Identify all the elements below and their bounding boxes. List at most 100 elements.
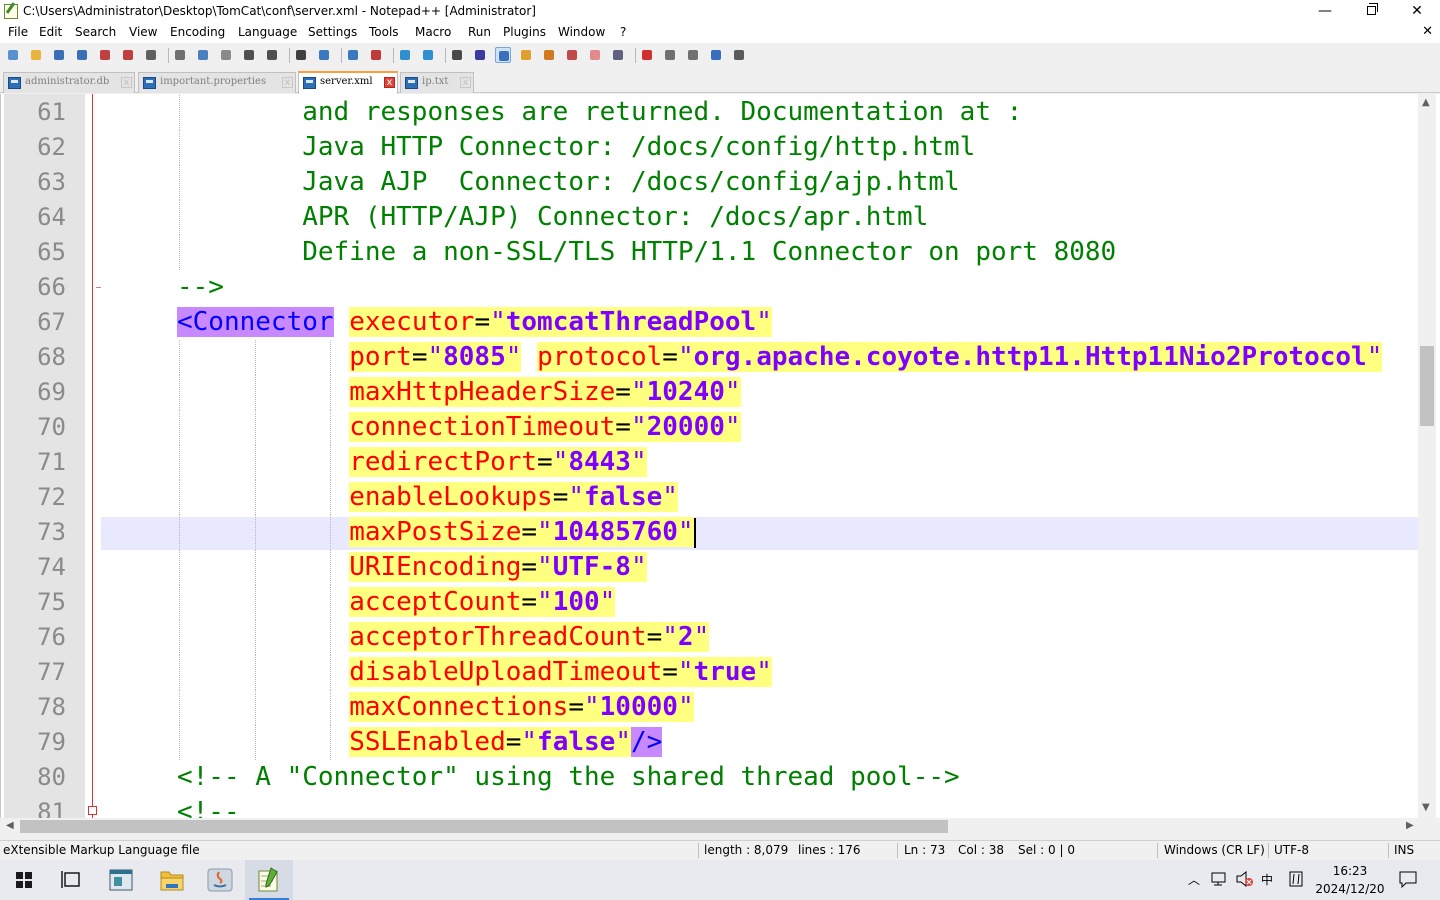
code-line[interactable]: 64 APR (HTTP/AJP) Connector: /docs/apr.h… [1, 200, 1419, 235]
menu-macro[interactable]: Macro [415, 25, 451, 39]
scroll-up-icon[interactable]: ▲ [1422, 97, 1430, 108]
record-macro-icon[interactable] [639, 47, 655, 63]
menu-encoding[interactable]: Encoding [170, 25, 225, 39]
replace-icon[interactable] [316, 47, 332, 63]
menu-window[interactable]: Window [558, 25, 605, 39]
code-line[interactable]: 63 Java AJP Connector: /docs/config/ajp.… [1, 165, 1419, 200]
vertical-scrollbar[interactable]: ▲ ▼ [1418, 94, 1436, 818]
horizontal-scrollbar[interactable]: ◀ ▶ [0, 818, 1418, 835]
code-line[interactable]: 78 maxConnections="10000" [1, 690, 1419, 725]
code-line[interactable]: 62 Java HTTP Connector: /docs/config/htt… [1, 130, 1419, 165]
show-all-chars-icon[interactable] [472, 47, 488, 63]
close-window-button[interactable]: ✕ [1394, 0, 1440, 23]
taskbar-app-file-explorer[interactable] [148, 860, 196, 900]
tab-close-button[interactable]: x [460, 77, 471, 88]
zoom-out-icon[interactable] [368, 47, 384, 63]
stop-macro-icon[interactable] [662, 47, 678, 63]
status-insert-mode[interactable]: INS [1394, 843, 1414, 857]
copy-icon[interactable] [195, 47, 211, 63]
tab-ip-txt[interactable]: ip.txt x [400, 72, 474, 93]
code-line[interactable]: 61 and responses are returned. Documenta… [1, 95, 1419, 130]
tab-close-button[interactable]: x [384, 77, 395, 88]
menu-run[interactable]: Run [468, 25, 491, 39]
notification-center-icon[interactable] [1398, 870, 1418, 891]
sync-v-icon[interactable] [397, 47, 413, 63]
menu-search[interactable]: Search [75, 25, 116, 39]
tab-administrator-db[interactable]: administrator.db x [3, 72, 135, 93]
restore-button[interactable] [1348, 0, 1394, 23]
print-icon[interactable] [143, 47, 159, 63]
code-line[interactable]: 67 <Connector executor="tomcatThreadPool" [1, 305, 1419, 340]
code-editor[interactable]: 61 and responses are returned. Documenta… [0, 94, 1440, 818]
status-eol[interactable]: Windows (CR LF) [1164, 843, 1265, 857]
function-list-icon[interactable] [564, 47, 580, 63]
code-line[interactable]: 73 maxPostSize="10485760" [1, 515, 1419, 550]
taskbar-app-console[interactable] [98, 860, 146, 900]
code-line[interactable]: 79 SSLEnabled="false"/> [1, 725, 1419, 760]
code-line[interactable]: 80 <!-- A "Connector" using the shared th… [1, 760, 1419, 795]
code-line[interactable]: 65 Define a non-SSL/TLS HTTP/1.1 Connect… [1, 235, 1419, 270]
code-line[interactable]: 70 connectionTimeout="20000" [1, 410, 1419, 445]
save-all-icon[interactable] [74, 47, 90, 63]
menu-settings[interactable]: Settings [308, 25, 357, 39]
word-wrap-icon[interactable] [449, 47, 465, 63]
vertical-scroll-thumb[interactable] [1420, 346, 1434, 426]
close-all-icon[interactable] [120, 47, 136, 63]
menu-edit[interactable]: Edit [39, 25, 62, 39]
code-line[interactable]: 81 <!-- [1, 795, 1419, 818]
tab-important-properties[interactable]: important.properties x [138, 72, 296, 93]
code-line[interactable]: 74 URIEncoding="UTF-8" [1, 550, 1419, 585]
save-macro-icon[interactable] [731, 47, 747, 63]
task-view-button[interactable] [48, 860, 96, 900]
horizontal-scroll-thumb[interactable] [20, 820, 948, 833]
code-line[interactable]: 66 --> [1, 270, 1419, 305]
code-line[interactable]: 71 redirectPort="8443" [1, 445, 1419, 480]
close-icon[interactable] [97, 47, 113, 63]
scroll-left-icon[interactable]: ◀ [6, 820, 14, 831]
taskbar-app-notepad-plus-plus[interactable] [245, 860, 293, 900]
minimize-button[interactable]: — [1302, 0, 1348, 23]
network-icon[interactable] [1211, 871, 1227, 890]
scroll-right-icon[interactable]: ▶ [1406, 820, 1414, 831]
doc-map-icon[interactable] [541, 47, 557, 63]
scroll-down-icon[interactable]: ▼ [1422, 802, 1430, 813]
open-icon[interactable] [28, 47, 44, 63]
menu-view[interactable]: View [129, 25, 157, 39]
redo-icon[interactable] [264, 47, 280, 63]
notepad-app-icon[interactable] [4, 4, 18, 19]
menu-help[interactable]: ? [620, 25, 626, 39]
sync-h-icon[interactable] [420, 47, 436, 63]
undo-icon[interactable] [241, 47, 257, 63]
run-macro-multiple-icon[interactable] [708, 47, 724, 63]
close-document-button[interactable]: ✕ [1422, 24, 1433, 39]
volume-muted-icon[interactable] [1236, 870, 1254, 890]
menu-tools[interactable]: Tools [369, 25, 399, 39]
monitoring-icon[interactable] [610, 47, 626, 63]
menu-file[interactable]: File [8, 25, 28, 39]
code-line[interactable]: 76 acceptorThreadCount="2" [1, 620, 1419, 655]
ime-indicator[interactable]: 中 [1261, 871, 1273, 888]
play-macro-icon[interactable] [685, 47, 701, 63]
code-line[interactable]: 77 disableUploadTimeout="true" [1, 655, 1419, 690]
ime-mode-icon[interactable] [1289, 871, 1303, 890]
tray-overflow-icon[interactable]: ︿ [1188, 871, 1200, 888]
start-button[interactable] [0, 860, 48, 900]
system-clock[interactable]: 16:23 2024/12/20 [1312, 862, 1388, 898]
code-line[interactable]: 68 port="8085" protocol="org.apache.coyo… [1, 340, 1419, 375]
code-line[interactable]: 69 maxHttpHeaderSize="10240" [1, 375, 1419, 410]
folder-workspace-icon[interactable] [587, 47, 603, 63]
zoom-in-icon[interactable] [345, 47, 361, 63]
tab-close-button[interactable]: x [121, 77, 132, 88]
status-encoding[interactable]: UTF-8 [1274, 843, 1309, 857]
menu-language[interactable]: Language [238, 25, 297, 39]
menu-plugins[interactable]: Plugins [503, 25, 546, 39]
save-icon[interactable] [51, 47, 67, 63]
code-line[interactable]: 75 acceptCount="100" [1, 585, 1419, 620]
code-line[interactable]: 72 enableLookups="false" [1, 480, 1419, 515]
taskbar-app-java[interactable] [197, 860, 245, 900]
udl-icon[interactable] [518, 47, 534, 63]
paste-icon[interactable] [218, 47, 234, 63]
find-icon[interactable] [293, 47, 309, 63]
cut-icon[interactable] [172, 47, 188, 63]
new-icon[interactable] [5, 47, 21, 63]
